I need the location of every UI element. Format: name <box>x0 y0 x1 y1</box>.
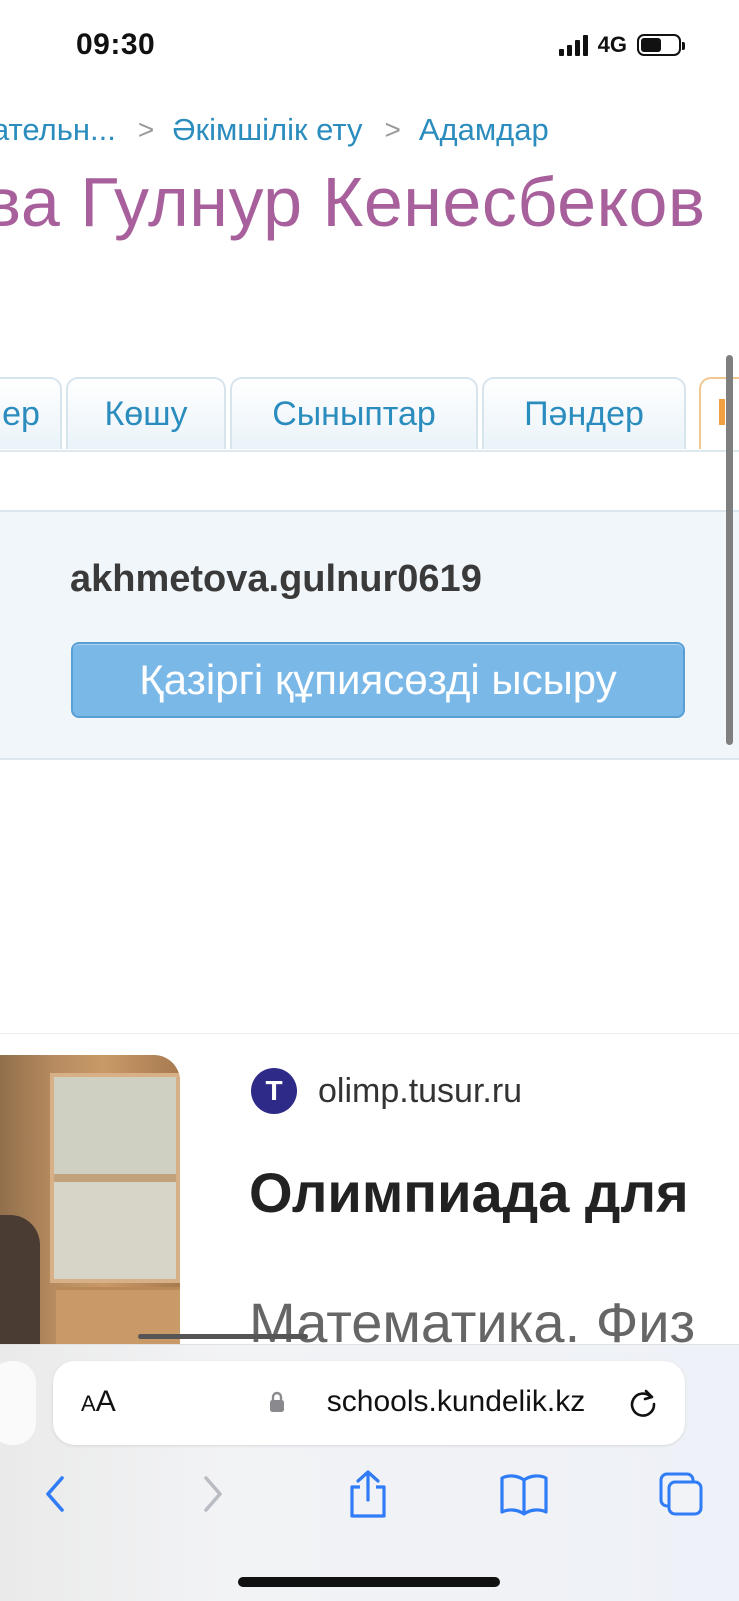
ad-headline[interactable]: Олимпиада для <box>249 1160 689 1225</box>
previous-tab-card[interactable] <box>0 1361 36 1445</box>
breadcrumb-item-administration[interactable]: Әкімшілік ету <box>172 112 362 148</box>
tab-subjects[interactable]: Пәндер <box>482 377 686 449</box>
breadcrumb-item-people[interactable]: Адамдар <box>419 112 549 148</box>
tab-bar: ер Көшу Сыныптар Пәндер <box>0 377 686 450</box>
breadcrumb-separator: > <box>137 114 155 145</box>
breadcrumb-separator: > <box>384 114 401 145</box>
bookmarks-button[interactable] <box>499 1469 549 1519</box>
share-icon <box>350 1470 386 1518</box>
tab-transfer[interactable]: Көшу <box>66 377 226 449</box>
status-time: 09:30 <box>76 28 156 61</box>
reset-password-button[interactable]: Қазіргі құпиясөзді ысыру <box>71 642 685 718</box>
address-bar[interactable]: AA schools.kundelik.kz <box>53 1361 685 1445</box>
reload-icon[interactable] <box>627 1387 659 1419</box>
url-text[interactable]: schools.kundelik.kz <box>246 1385 666 1419</box>
sheet-handle <box>138 1334 308 1339</box>
breadcrumb: ательн... > Әкімшілік ету > Адамдар <box>0 112 549 148</box>
ad-image-person <box>0 1215 40 1355</box>
username: akhmetova.gulnur0619 <box>70 558 482 600</box>
ad-logo-icon[interactable]: T <box>251 1068 297 1114</box>
book-icon <box>500 1474 548 1516</box>
network-type: 4G <box>597 32 627 57</box>
battery-icon <box>637 34 685 56</box>
battery-level <box>641 38 661 52</box>
ad-image-shelf <box>50 1073 180 1283</box>
share-button[interactable] <box>343 1469 393 1519</box>
cellular-signal-icon <box>558 34 588 56</box>
ad-divider <box>0 1033 739 1034</box>
page-title: ва Гулнур Кенесбеков <box>0 163 706 241</box>
chevron-right-icon <box>204 1476 222 1512</box>
forward-button[interactable] <box>188 1469 238 1519</box>
account-panel: akhmetova.gulnur0619 Қазіргі құпиясөзді … <box>0 510 739 760</box>
tabs-icon <box>659 1472 703 1516</box>
text-size-button[interactable]: AA <box>81 1385 116 1419</box>
tabs-button[interactable] <box>656 1469 706 1519</box>
back-button[interactable] <box>30 1469 80 1519</box>
tab-partial[interactable]: ер <box>0 377 62 449</box>
page-scrollbar[interactable] <box>726 355 733 745</box>
home-indicator[interactable] <box>238 1577 500 1587</box>
breadcrumb-item-organization[interactable]: ательн... <box>0 112 116 148</box>
ad-image[interactable] <box>0 1055 180 1355</box>
browser-toolbar: AA schools.kundelik.kz <box>0 1344 739 1601</box>
chevron-left-icon <box>46 1476 64 1512</box>
ad-domain[interactable]: olimp.tusur.ru <box>318 1072 522 1111</box>
tab-classes[interactable]: Сыныптар <box>230 377 478 449</box>
tabs-divider <box>0 450 739 452</box>
tab-next-partial[interactable] <box>699 377 739 449</box>
status-indicators: 4G <box>558 30 685 60</box>
